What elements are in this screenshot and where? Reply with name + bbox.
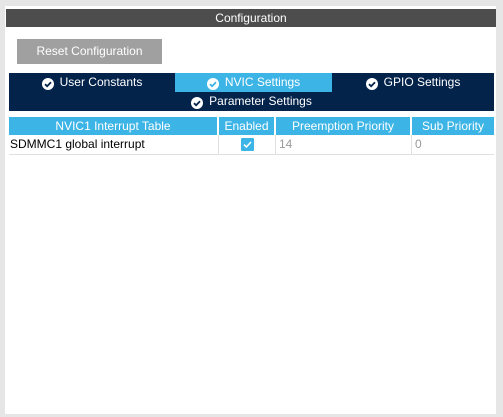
column-header-interrupt[interactable]: NVIC1 Interrupt Table bbox=[9, 117, 219, 135]
sub-priority-cell[interactable]: 0 bbox=[412, 135, 494, 154]
tab-user-constants[interactable]: User Constants bbox=[9, 73, 175, 92]
interrupt-name-cell: SDMMC1 global interrupt bbox=[9, 135, 219, 154]
column-header-preemption-priority[interactable]: Preemption Priority bbox=[276, 117, 412, 135]
column-header-sub-priority[interactable]: Sub Priority bbox=[412, 117, 494, 135]
tab-label: GPIO Settings bbox=[383, 75, 461, 89]
table-header: NVIC1 Interrupt Table Enabled Preemption… bbox=[9, 117, 494, 135]
checkmark-icon bbox=[243, 141, 252, 149]
tab-label: NVIC Settings bbox=[224, 75, 301, 89]
check-circle-icon bbox=[365, 77, 378, 90]
enabled-checkbox[interactable] bbox=[241, 138, 254, 151]
window-frame-right bbox=[496, 0, 503, 417]
reset-configuration-button[interactable]: Reset Configuration bbox=[17, 39, 162, 64]
enabled-cell bbox=[219, 135, 276, 154]
check-circle-icon bbox=[206, 77, 219, 90]
tab-gpio-settings[interactable]: GPIO Settings bbox=[332, 73, 494, 92]
tab-label: User Constants bbox=[59, 75, 143, 89]
tab-nvic-settings[interactable]: NVIC Settings bbox=[175, 73, 332, 92]
tab-label: Parameter Settings bbox=[209, 94, 312, 108]
window-frame-top bbox=[0, 0, 503, 6]
preemption-priority-cell[interactable]: 14 bbox=[276, 135, 412, 154]
nvic-interrupt-table: NVIC1 Interrupt Table Enabled Preemption… bbox=[9, 117, 494, 155]
panel-title: Configuration bbox=[6, 9, 496, 27]
check-circle-icon bbox=[41, 77, 54, 90]
tab-parameter-settings[interactable]: Parameter Settings bbox=[9, 92, 494, 111]
table-row[interactable]: SDMMC1 global interrupt 14 0 bbox=[9, 135, 494, 155]
check-circle-icon bbox=[191, 96, 204, 109]
column-header-enabled[interactable]: Enabled bbox=[219, 117, 276, 135]
window-frame-left bbox=[0, 0, 5, 417]
